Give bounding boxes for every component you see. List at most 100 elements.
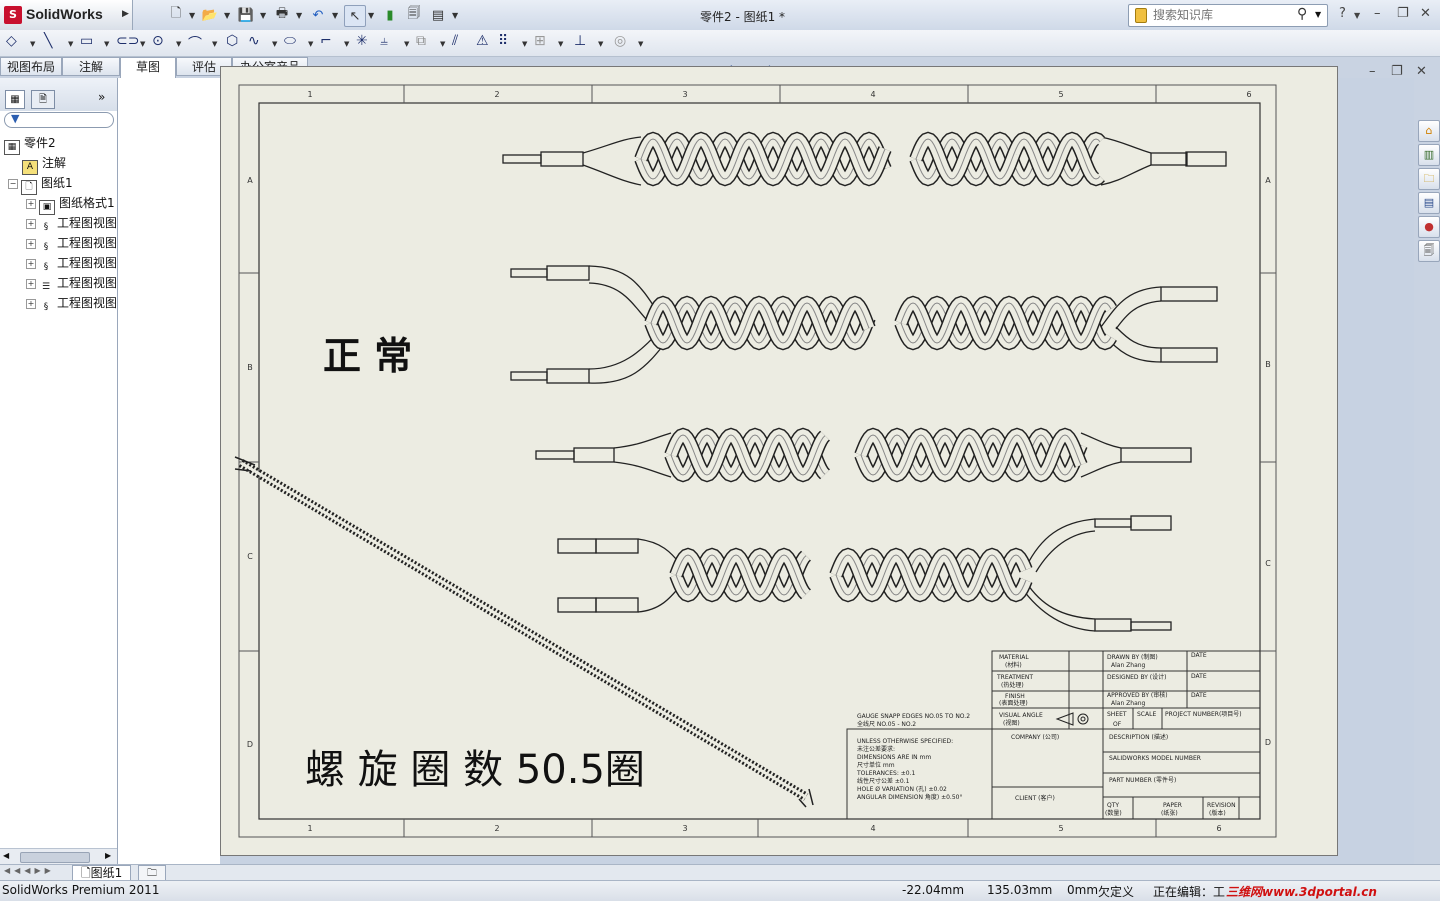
chevron-down-icon[interactable]: ▼	[404, 40, 409, 48]
chevron-down-icon[interactable]: ▼	[332, 11, 338, 20]
linear-pattern-icon[interactable]: ⠿	[498, 33, 508, 49]
tree-item-drawing-view[interactable]: + § 工程图视图	[26, 254, 117, 274]
slot-icon[interactable]: ⊂⊃	[116, 33, 139, 49]
scroll-right-icon[interactable]: ▶	[105, 851, 111, 860]
chevron-down-icon[interactable]: ▼	[638, 40, 643, 48]
expand-icon[interactable]: +	[26, 199, 36, 209]
custom-properties-icon[interactable]: 🗐	[1418, 240, 1440, 262]
tree-item-drawing-view[interactable]: + § 工程图视图	[26, 214, 117, 234]
add-sheet-icon[interactable]: 🗀	[138, 865, 166, 881]
minimize-icon[interactable]: –	[1374, 6, 1381, 21]
design-library-icon[interactable]: ▥	[1418, 144, 1440, 166]
polygon-icon[interactable]: ⬡	[226, 33, 238, 49]
select-pointer-icon[interactable]: ↖	[344, 5, 366, 27]
ellipse-icon[interactable]: ⬭	[284, 33, 296, 49]
sheet-tab[interactable]: 🗋图纸1	[72, 865, 132, 881]
minimize-icon[interactable]: –	[1369, 64, 1376, 79]
search-input[interactable]	[1153, 8, 1293, 22]
home-icon[interactable]: ⌂	[1418, 120, 1440, 142]
close-icon[interactable]: ✕	[1416, 64, 1427, 79]
rebuild-icon[interactable]: ▮	[380, 5, 400, 25]
drawing-sheet[interactable]: 1 2 3 4 5 6 1 2 3 4 5 6 A B C D A B C D	[220, 66, 1338, 856]
expand-icon[interactable]: +	[26, 299, 36, 309]
file-properties-icon[interactable]: 🗐	[404, 5, 424, 25]
property-manager-icon[interactable]: 🗎	[31, 90, 55, 109]
chevron-down-icon[interactable]: ▼	[296, 11, 302, 20]
restore-icon[interactable]: ❐	[1397, 6, 1409, 21]
point-icon[interactable]: ✳	[356, 33, 368, 49]
spline-icon[interactable]: ∿	[248, 33, 260, 49]
tree-horizontal-scrollbar[interactable]: ◀ ▶	[0, 848, 117, 865]
tree-item-drawing-view[interactable]: + ☰ 工程图视图	[26, 274, 117, 294]
tree-item-sheet-format[interactable]: + ▣ 图纸格式1	[26, 194, 115, 215]
mirror-icon[interactable]: ⚠	[476, 33, 489, 49]
tree-item-annotations[interactable]: A 注解	[22, 154, 66, 175]
help-icon[interactable]: ?	[1339, 6, 1346, 21]
chevron-down-icon[interactable]: ▼	[344, 40, 349, 48]
expand-panel-icon[interactable]: »	[98, 90, 105, 104]
chevron-down-icon[interactable]: ▼	[1354, 11, 1360, 20]
restore-icon[interactable]: ❐	[1391, 64, 1403, 79]
rectangle-icon[interactable]: ▭	[80, 33, 93, 49]
close-icon[interactable]: ✕	[1420, 6, 1431, 21]
new-document-icon[interactable]: 🗋	[166, 5, 186, 25]
tree-item-drawing-view[interactable]: + § 工程图视图	[26, 234, 117, 254]
chevron-down-icon[interactable]: ▼	[104, 40, 109, 48]
convert-entities-icon[interactable]: ⧉	[416, 33, 426, 49]
options-icon[interactable]: ▤	[428, 5, 448, 25]
circle-icon[interactable]: ⊙	[152, 33, 164, 49]
chevron-down-icon[interactable]: ▼	[140, 40, 145, 48]
tree-item-drawing-view[interactable]: + § 工程图视图	[26, 294, 117, 314]
move-entities-icon[interactable]: ⊞	[534, 33, 546, 49]
chevron-down-icon[interactable]: ▼	[452, 11, 458, 20]
chevron-down-icon[interactable]: ▼	[522, 40, 527, 48]
chevron-down-icon[interactable]: ▼	[440, 40, 445, 48]
chevron-down-icon[interactable]: ▼	[558, 40, 563, 48]
chevron-down-icon[interactable]: ▼	[30, 40, 35, 48]
expand-icon[interactable]: +	[26, 279, 36, 289]
search-icon[interactable]: ⚲	[1297, 6, 1307, 22]
tab-view-layout[interactable]: 视图布局	[0, 57, 62, 76]
appearances-icon[interactable]: ●	[1418, 216, 1440, 238]
display-relations-icon[interactable]: ⊥	[574, 33, 586, 49]
line-icon[interactable]: ╲	[44, 33, 52, 49]
chevron-down-icon[interactable]: ▼	[224, 11, 230, 20]
chevron-down-icon[interactable]: ▼	[368, 11, 374, 20]
sheet-nav-arrows-icon[interactable]: ◀◀◀▶▶	[4, 866, 55, 875]
expand-icon[interactable]: +	[26, 219, 36, 229]
chevron-down-icon[interactable]: ▼	[260, 11, 266, 20]
trim-icon[interactable]: ⫨	[380, 33, 388, 49]
arc-icon[interactable]: ⌒	[188, 33, 202, 53]
expand-icon[interactable]: +	[26, 259, 36, 269]
fillet-icon[interactable]: ⌐	[320, 33, 332, 49]
undo-icon[interactable]: ↶	[308, 5, 328, 25]
chevron-down-icon[interactable]: ▼	[308, 40, 313, 48]
tree-item-sheet[interactable]: − 🗋 图纸1	[8, 174, 73, 195]
save-icon[interactable]: 💾	[236, 5, 256, 25]
tree-filter-input[interactable]: ▼	[4, 112, 114, 128]
scroll-left-icon[interactable]: ◀	[3, 851, 9, 860]
smart-dimension-icon[interactable]: ◇	[6, 33, 17, 49]
collapse-icon[interactable]: −	[8, 179, 18, 189]
chevron-down-icon[interactable]: ▼	[1315, 10, 1321, 19]
tree-root[interactable]: ▦ 零件2	[4, 134, 56, 155]
repair-sketch-icon[interactable]: ◎	[614, 33, 626, 49]
view-palette-icon[interactable]: ▤	[1418, 192, 1440, 214]
chevron-down-icon[interactable]: ▼	[68, 40, 73, 48]
print-icon[interactable]: 🖶	[272, 5, 292, 25]
feature-tree-icon[interactable]: ▦	[5, 90, 25, 109]
file-explorer-icon[interactable]: 🗀	[1418, 168, 1440, 190]
scrollbar-thumb[interactable]	[20, 852, 90, 863]
offset-icon[interactable]: ⫽	[452, 33, 458, 49]
tab-sketch[interactable]: 草图	[120, 57, 176, 78]
chevron-down-icon[interactable]: ▼	[598, 40, 603, 48]
chevron-down-icon[interactable]: ▼	[212, 40, 217, 48]
solidworks-menu-button[interactable]: S SolidWorks ▶	[0, 0, 133, 30]
tab-annotation[interactable]: 注解	[62, 57, 120, 76]
search-box[interactable]: ⚲ ▼	[1128, 4, 1328, 27]
chevron-down-icon[interactable]: ▼	[272, 40, 277, 48]
chevron-down-icon[interactable]: ▼	[176, 40, 181, 48]
chevron-down-icon[interactable]: ▼	[189, 11, 195, 20]
expand-icon[interactable]: +	[26, 239, 36, 249]
open-folder-icon[interactable]: 📂	[200, 5, 220, 25]
